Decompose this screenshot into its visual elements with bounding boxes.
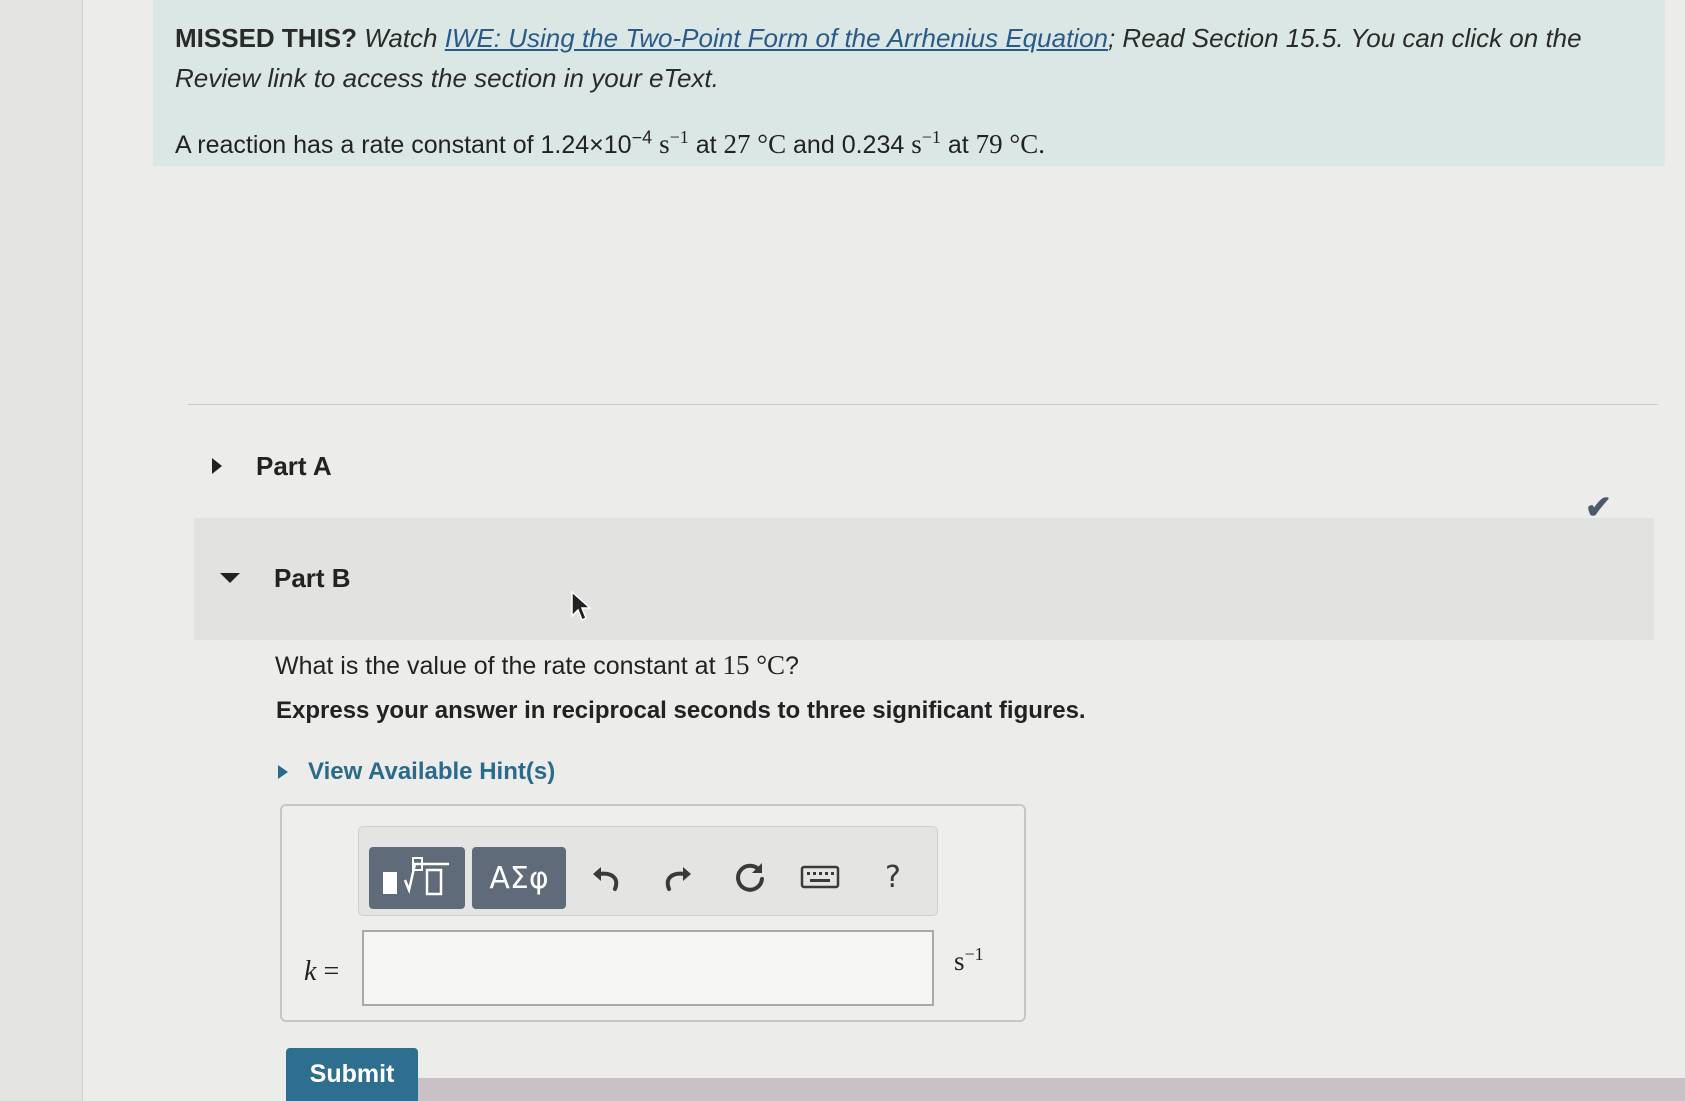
problem-statement: A reaction has a rate constant of 1.24×1…: [175, 126, 1645, 163]
caret-right-icon: [212, 458, 222, 474]
mouse-cursor-icon: [570, 590, 592, 629]
question-suffix: ?: [785, 652, 799, 680]
statement-at-2: at: [947, 131, 969, 159]
equals-sign: =: [323, 956, 340, 987]
statement-and: and: [793, 131, 835, 159]
caret-down-icon: [220, 573, 240, 583]
video-link[interactable]: IWE: Using the Two-Point Form of the Arr…: [445, 23, 1108, 53]
k1-unit-exponent: −1: [669, 127, 689, 147]
temperature-1: 27 °C: [723, 129, 787, 159]
redo-button[interactable]: [649, 849, 705, 905]
reset-icon: [736, 863, 764, 892]
statement-at-1: at: [695, 131, 717, 159]
part-b-toggle[interactable]: Part B: [220, 558, 351, 598]
question-temperature: 15 °C: [722, 650, 786, 680]
view-hints-label: View Available Hint(s): [308, 758, 556, 785]
part-a-label: Part A: [256, 450, 332, 481]
part-b-label: Part B: [274, 562, 351, 593]
templates-icon: [383, 857, 449, 896]
part-a-toggle[interactable]: Part A: [212, 446, 332, 486]
keyboard-icon: [800, 865, 840, 889]
reset-button[interactable]: [722, 849, 778, 905]
caret-right-icon: [278, 765, 288, 779]
math-toolbar: ΑΣφ ?: [358, 826, 938, 916]
bottom-bar: [418, 1078, 1685, 1101]
k1-unit-base: s: [659, 129, 670, 159]
k2-unit: s−1: [911, 127, 941, 159]
left-gutter: [0, 0, 83, 1101]
section-divider: [188, 404, 1658, 405]
k2-unit-base: s: [911, 129, 922, 159]
answer-unit-base: s: [954, 946, 965, 976]
question-prefix: What is the value of the rate constant a…: [275, 652, 716, 680]
keyboard-button[interactable]: [792, 849, 848, 905]
answer-box: ΑΣφ ? k = s−1: [280, 804, 1026, 1022]
answer-unit: s−1: [954, 944, 984, 977]
help-button[interactable]: ?: [865, 849, 921, 905]
view-hints-toggle[interactable]: View Available Hint(s): [278, 758, 555, 786]
statement-period: .: [1038, 129, 1045, 159]
undo-icon: [593, 867, 619, 891]
templates-button[interactable]: [369, 847, 465, 909]
watch-text: Watch: [364, 23, 438, 53]
variable-label: k =: [304, 956, 339, 988]
variable-name: k: [304, 956, 317, 987]
part-b-question: What is the value of the rate constant a…: [275, 650, 799, 681]
k1-mantissa: 1.24×10: [540, 131, 632, 159]
part-b-header: [194, 518, 1654, 640]
statement-prefix: A reaction has a rate constant of: [175, 131, 534, 159]
redo-icon: [665, 867, 691, 891]
temperature-2-value: 79 °C: [975, 129, 1039, 159]
answer-unit-exponent: −1: [964, 944, 984, 964]
submit-button[interactable]: Submit: [286, 1048, 418, 1101]
greek-symbols-button[interactable]: ΑΣφ: [472, 847, 566, 909]
problem-intro: MISSED THIS? Watch IWE: Using the Two-Po…: [153, 0, 1665, 166]
k1-unit: s−1: [659, 127, 689, 159]
missed-this-line: MISSED THIS? Watch IWE: Using the Two-Po…: [175, 18, 1635, 98]
answer-instructions: Express your answer in reciprocal second…: [276, 697, 1086, 724]
k2-value: 0.234: [841, 131, 905, 159]
undo-button[interactable]: [579, 849, 635, 905]
temperature-2: 79 °C.: [976, 129, 1045, 159]
k1-exponent: −4: [631, 127, 653, 148]
missed-this-label: MISSED THIS?: [175, 23, 358, 53]
answer-input[interactable]: [362, 930, 934, 1006]
k2-unit-exponent: −1: [921, 127, 941, 147]
